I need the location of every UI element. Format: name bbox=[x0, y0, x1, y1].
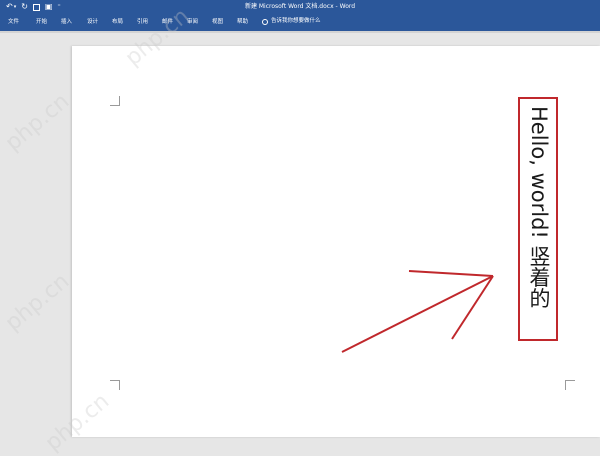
annotation-arrow bbox=[341, 270, 494, 353]
arrow-shaft bbox=[341, 275, 494, 353]
arrow-head-upper bbox=[408, 270, 494, 277]
